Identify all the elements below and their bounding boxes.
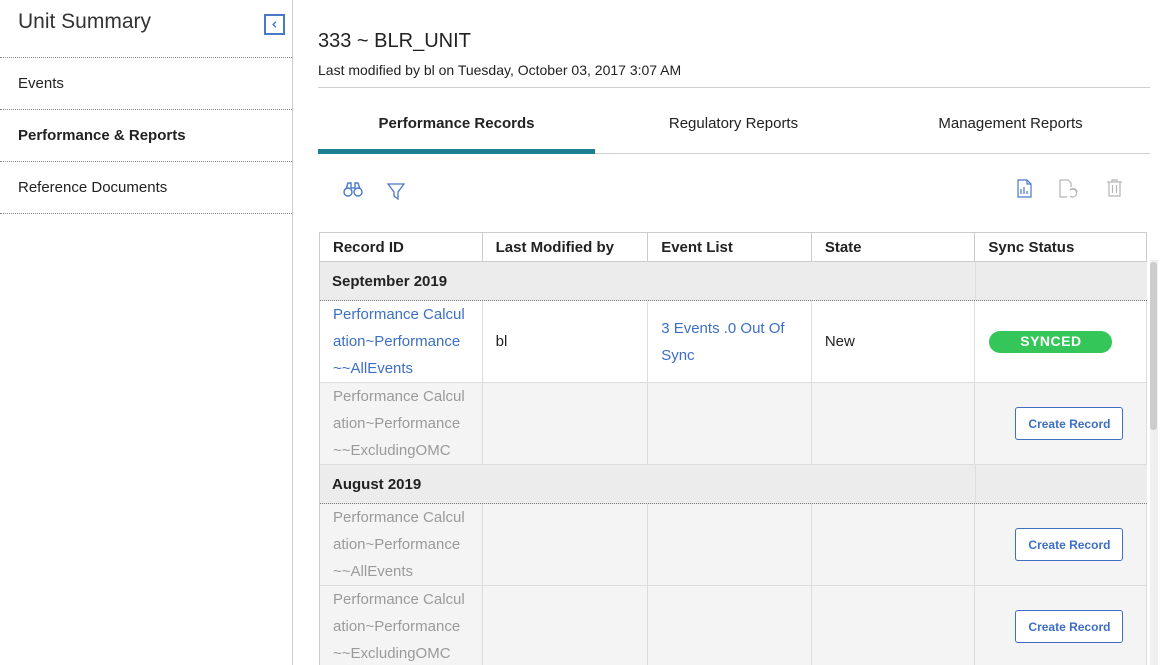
event-list-link[interactable]: 3 Events .0 Out Of Sync xyxy=(661,315,784,369)
sync-record-icon[interactable] xyxy=(1058,177,1080,199)
tab-regulatory-reports[interactable]: Regulatory Reports xyxy=(595,100,872,153)
group-row-tail xyxy=(975,262,1147,300)
state-cell: New xyxy=(812,301,976,382)
create-record-button[interactable]: Create Record xyxy=(1015,528,1124,561)
synced-badge: SYNCED xyxy=(989,330,1113,353)
record-id-line: ~~ExcludingOMC xyxy=(333,645,451,662)
event-list-line: 3 Events .0 Out Of xyxy=(661,319,785,337)
record-id-cell: Performance Calcul ation~Performance ~~A… xyxy=(320,504,483,585)
tab-management-reports[interactable]: Management Reports xyxy=(872,100,1149,153)
state-cell xyxy=(812,383,976,464)
table-row: Performance Calcul ation~Performance ~~E… xyxy=(320,586,1147,665)
record-id-line: Performance Calcul xyxy=(333,509,465,526)
group-row: August 2019 xyxy=(320,465,1147,504)
group-row-tail xyxy=(975,465,1147,503)
record-id-cell: Performance Calcul ation~Performance ~~E… xyxy=(320,586,483,665)
table-row: Performance Calcul ation~Performance ~~E… xyxy=(320,383,1147,465)
column-header-last-modified-by[interactable]: Last Modified by xyxy=(483,233,649,261)
last-modified-by-cell xyxy=(483,504,649,585)
record-id-line: Performance Calcul xyxy=(333,306,465,323)
create-record-button[interactable]: Create Record xyxy=(1015,610,1124,643)
filter-icon[interactable] xyxy=(386,180,406,202)
group-label: August 2019 xyxy=(332,475,422,493)
table-row: Performance Calcul ation~Performance ~~A… xyxy=(320,301,1147,383)
group-label: September 2019 xyxy=(332,272,448,290)
event-list-cell xyxy=(648,586,812,665)
record-id-cell: Performance Calcul ation~Performance ~~E… xyxy=(320,383,483,464)
performance-records-table: Record ID Last Modified by Event List St… xyxy=(319,232,1147,665)
event-list-cell xyxy=(648,383,812,464)
record-id-line: ation~Performance xyxy=(333,333,461,350)
record-id-cell: Performance Calcul ation~Performance ~~A… xyxy=(320,301,483,382)
scrollbar-thumb[interactable] xyxy=(1150,262,1157,430)
sync-status-cell: SYNCED xyxy=(975,301,1147,382)
trash-icon[interactable] xyxy=(1104,177,1124,199)
column-header-record-id[interactable]: Record ID xyxy=(320,233,483,261)
record-id-link[interactable]: Performance Calcul ation~Performance ~~A… xyxy=(333,301,465,382)
sync-status-cell: Create Record xyxy=(975,504,1147,585)
event-list-cell xyxy=(648,504,812,585)
tab-performance-records[interactable]: Performance Records xyxy=(318,100,595,154)
create-record-button[interactable]: Create Record xyxy=(1015,407,1124,440)
record-id-line: Performance Calcul xyxy=(333,591,465,608)
record-id-line: ~~ExcludingOMC xyxy=(333,442,451,459)
last-modified-text: Last modified by bl on Tuesday, October … xyxy=(318,62,682,78)
column-header-sync-status[interactable]: Sync Status xyxy=(975,233,1147,261)
title-divider xyxy=(318,87,1150,88)
record-id-line: ~~AllEvents xyxy=(333,360,414,377)
state-cell xyxy=(812,504,976,585)
table-row: Performance Calcul ation~Performance ~~A… xyxy=(320,504,1147,586)
last-modified-by-cell: bl xyxy=(483,301,649,382)
tab-bar: Performance Records Regulatory Reports M… xyxy=(318,100,1150,154)
collapse-sidebar-button[interactable] xyxy=(264,14,285,35)
record-id-line: ation~Performance xyxy=(333,536,461,553)
event-list-line: Sync xyxy=(661,346,695,364)
chevron-left-icon xyxy=(272,21,277,28)
event-list-cell: 3 Events .0 Out Of Sync xyxy=(648,301,812,382)
sync-status-cell: Create Record xyxy=(975,586,1147,665)
state-cell xyxy=(812,586,976,665)
record-id-line: ation~Performance xyxy=(333,415,461,432)
report-icon[interactable] xyxy=(1014,177,1034,199)
sync-status-cell: Create Record xyxy=(975,383,1147,464)
sidebar-header: Unit Summary xyxy=(0,0,292,58)
last-modified-by-cell xyxy=(483,586,649,665)
record-id-line: ~~AllEvents xyxy=(333,563,414,580)
record-id-line: ation~Performance xyxy=(333,618,461,635)
sidebar-item-performance-reports[interactable]: Performance & Reports xyxy=(0,110,292,162)
group-row: September 2019 xyxy=(320,262,1147,301)
sidebar: Unit Summary Events Performance & Report… xyxy=(0,0,293,665)
column-header-state[interactable]: State xyxy=(812,233,976,261)
sidebar-item-events[interactable]: Events xyxy=(0,58,292,110)
column-header-event-list[interactable]: Event List xyxy=(648,233,812,261)
record-id-line: Performance Calcul xyxy=(333,388,465,405)
sidebar-item-reference-documents[interactable]: Reference Documents xyxy=(0,162,292,214)
binoculars-icon[interactable] xyxy=(342,178,364,200)
page-title: 333 ~ BLR_UNIT xyxy=(318,30,471,52)
table-header: Record ID Last Modified by Event List St… xyxy=(320,233,1147,262)
sidebar-title: Unit Summary xyxy=(18,10,152,33)
last-modified-by-cell xyxy=(483,383,649,464)
